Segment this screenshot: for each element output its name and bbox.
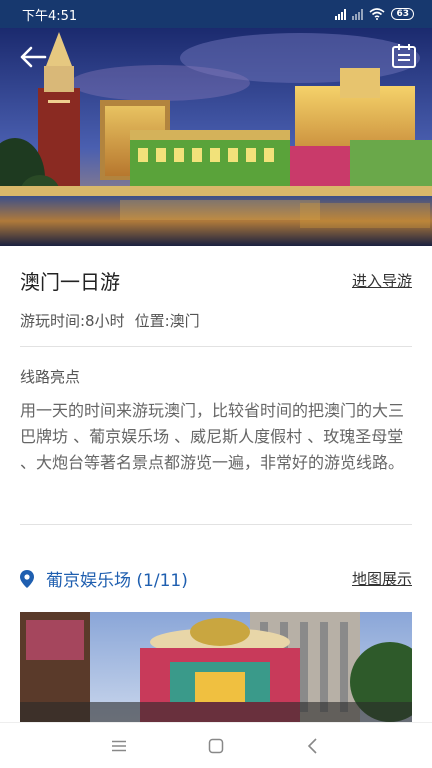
route-meta: 游玩时间:8小时 位置:澳门 xyxy=(20,310,200,331)
signal-icon xyxy=(335,8,347,20)
status-icons: 63 xyxy=(335,8,414,20)
divider xyxy=(20,346,412,347)
current-spot-row: 葡京娱乐场 (1/11) 地图展示 xyxy=(20,566,412,591)
map-view-link[interactable]: 地图展示 xyxy=(352,568,412,589)
status-bar: 下午4:51 63 xyxy=(0,0,432,28)
list-menu-icon[interactable] xyxy=(390,42,418,70)
status-time: 下午4:51 xyxy=(22,8,78,24)
divider xyxy=(20,524,412,525)
back-chevron-icon[interactable] xyxy=(298,731,328,761)
spot-photo[interactable] xyxy=(20,612,412,722)
route-description: 用一天的时间来游玩澳门，比较省时间的把澳门的大三巴牌坊 、葡京娱乐场 、威尼斯人… xyxy=(20,401,405,472)
location-pin-icon xyxy=(20,569,34,588)
system-nav-bar xyxy=(0,722,432,768)
page-title: 澳门一日游 xyxy=(20,270,120,294)
battery-icon: 63 xyxy=(391,8,414,20)
spot-name: 葡京娱乐场 (1/11) xyxy=(46,571,188,591)
route-title-row: 澳门一日游 进入导游 xyxy=(20,266,412,295)
highlights-label: 线路亮点 xyxy=(20,368,81,386)
hero-image xyxy=(0,28,432,246)
location-text: 位置:澳门 xyxy=(134,312,200,330)
menu-icon[interactable] xyxy=(104,731,134,761)
enter-guide-link[interactable]: 进入导游 xyxy=(352,270,412,291)
signal-secondary-icon xyxy=(352,8,364,20)
spot-title: 葡京娱乐场 (1/11) xyxy=(20,566,188,591)
home-square-icon[interactable] xyxy=(201,731,231,761)
back-arrow-icon[interactable] xyxy=(18,44,48,70)
wifi-icon xyxy=(369,8,385,20)
duration-text: 游玩时间:8小时 xyxy=(20,312,125,330)
